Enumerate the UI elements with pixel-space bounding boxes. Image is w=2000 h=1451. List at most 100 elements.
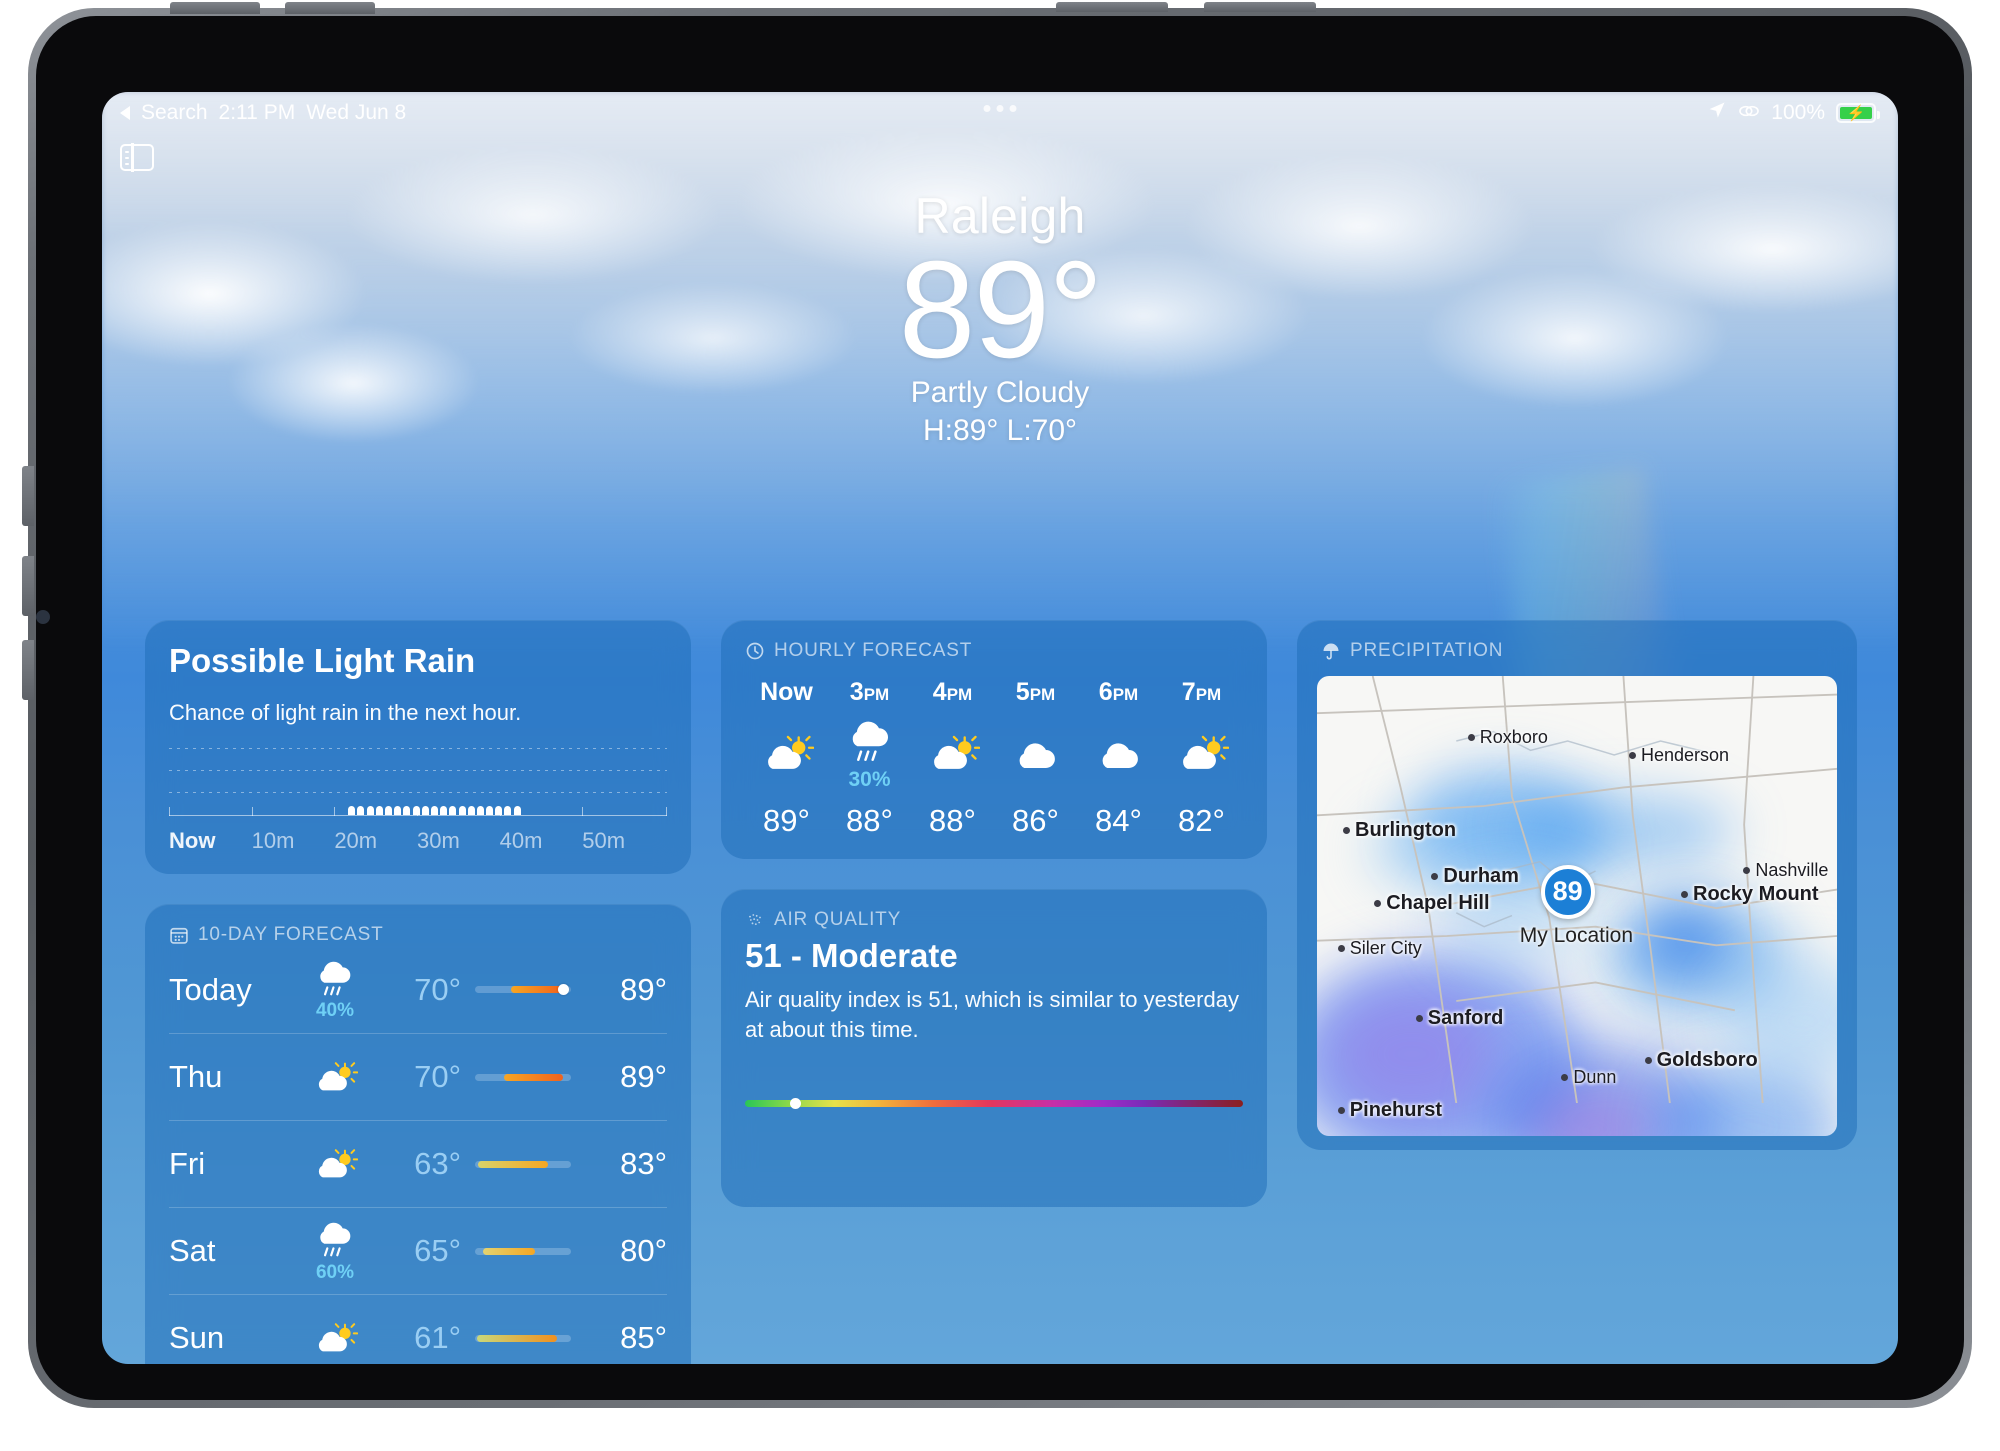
- day-temp-range-bar: [475, 1073, 571, 1081]
- umbrella-icon: [1321, 641, 1341, 661]
- day-temp-range-bar: [475, 1247, 571, 1255]
- air-quality-indicator: [789, 1098, 801, 1110]
- map-city-label: Dunn: [1561, 1067, 1616, 1088]
- day-name: Sat: [169, 1233, 216, 1268]
- status-time: 2:11 PM: [218, 101, 296, 124]
- day-temp-range-bar: [475, 1160, 571, 1168]
- hourly-forecast-card[interactable]: HOURLY FORECAST Now 89°3PM 30% 88°4PM: [721, 620, 1267, 859]
- hourly-time: 6PM: [1098, 678, 1139, 706]
- side-button-3[interactable]: [22, 640, 34, 700]
- day-high-temp: 80°: [620, 1233, 667, 1268]
- rain-card-subtitle: Chance of light rain in the next hour.: [169, 700, 522, 725]
- volume-down-button[interactable]: [285, 2, 375, 14]
- weather-app-screen: Search 2:11 PM Wed Jun 8 100% ⚡ Raleigh …: [102, 92, 1898, 1364]
- day-temp-range-bar: [475, 984, 571, 995]
- air-quality-scale: [745, 1098, 1243, 1110]
- air-quality-header: AIR QUALITY: [745, 909, 1243, 931]
- day-temp-range-bar: [475, 1334, 571, 1342]
- day-high-temp: 89°: [620, 971, 667, 1007]
- hourly-item: 7PM 82°: [1160, 678, 1243, 839]
- rain-bar: [467, 806, 475, 815]
- ipad-device: Search 2:11 PM Wed Jun 8 100% ⚡ Raleigh …: [0, 0, 2000, 1451]
- rain-minute-chart: [169, 740, 667, 824]
- link-icon: [1738, 101, 1760, 125]
- rain-bar: [476, 806, 484, 815]
- hourly-item: 5PM 86°: [994, 678, 1077, 839]
- ten-day-forecast-card[interactable]: 10-DAY FORECAST Today 40% 70° 89° Thu 70…: [145, 904, 691, 1364]
- table-row: Fri 63° 83°: [169, 1120, 667, 1207]
- rain-axis-label: Now: [169, 828, 216, 853]
- hourly-header: HOURLY FORECAST: [745, 640, 1243, 662]
- day-low-temp: 61°: [414, 1320, 461, 1355]
- rain-bar: [495, 806, 503, 815]
- side-button-1[interactable]: [22, 466, 34, 526]
- hourly-list: Now 89° 3PM 30% 88° 4PM 88° 5PM 86° 6PM …: [745, 678, 1243, 839]
- precipitation-map-card[interactable]: PRECIPITATION Roxboro Henderson Burlingt…: [1297, 620, 1857, 1150]
- back-label[interactable]: Search: [141, 101, 208, 125]
- rain-bar: [403, 806, 411, 815]
- rain-bar: [421, 806, 429, 815]
- rain-bar: [366, 806, 374, 815]
- air-quality-header-label: AIR QUALITY: [774, 909, 902, 930]
- rain-bar: [357, 806, 365, 815]
- hourly-item: 4PM 88°: [911, 678, 994, 839]
- back-arrow-icon[interactable]: [120, 106, 130, 120]
- volume-up-button[interactable]: [170, 2, 260, 14]
- day-name: Today: [169, 971, 252, 1007]
- hourly-precip-chance: 30%: [848, 767, 891, 791]
- front-camera: [36, 610, 50, 624]
- top-button-a: [1056, 2, 1168, 12]
- rain-bar: [458, 806, 466, 815]
- rain-bar: [375, 806, 383, 815]
- side-button-2[interactable]: [22, 556, 34, 616]
- current-temp-dot: [558, 984, 570, 995]
- table-row: Today 40% 70° 89°: [169, 946, 667, 1033]
- my-location-label: My Location: [1519, 924, 1634, 948]
- day-low-temp: 70°: [414, 1059, 461, 1094]
- precipitation-map-header-label: PRECIPITATION: [1350, 640, 1504, 661]
- hourly-temp: 89°: [763, 803, 810, 838]
- day-name: Fri: [169, 1146, 206, 1181]
- map-city-label: Henderson: [1629, 745, 1729, 766]
- hourly-time: Now: [760, 678, 813, 706]
- rain-axis-label: 10m: [251, 828, 295, 853]
- my-location-pin[interactable]: 89: [1540, 864, 1595, 919]
- ten-day-header: 10-DAY FORECAST: [169, 924, 667, 946]
- table-row: Thu 70° 89°: [169, 1033, 667, 1120]
- rain-bar: [430, 806, 438, 815]
- multitask-handle[interactable]: [983, 105, 1017, 112]
- map-city-label: Durham: [1431, 865, 1519, 888]
- hourly-item: 6PM 84°: [1077, 678, 1160, 839]
- precipitation-map[interactable]: Roxboro Henderson Burlington Durham Chapel H…: [1317, 676, 1837, 1136]
- map-city-label: Siler City: [1337, 938, 1422, 959]
- day-precip-chance: 40%: [315, 1000, 355, 1022]
- rain-bar: [394, 806, 402, 815]
- day-name: Sun: [169, 1320, 225, 1355]
- hourly-time: 3PM: [849, 678, 890, 706]
- rain-icon: 60%: [287, 1218, 383, 1283]
- rain-axis-label: 20m: [334, 828, 378, 853]
- day-name: Thu: [169, 1059, 223, 1094]
- cloudy-icon: [994, 711, 1077, 797]
- status-date: Wed Jun 8: [306, 101, 407, 124]
- map-city-label: Sanford: [1415, 1007, 1503, 1030]
- status-bar: Search 2:11 PM Wed Jun 8 100% ⚡: [102, 92, 1898, 134]
- my-location-temp: 89: [1552, 876, 1583, 907]
- sidebar-toggle-button[interactable]: [120, 143, 154, 172]
- hourly-time: 4PM: [932, 678, 973, 706]
- current-condition: Partly Cloudy: [910, 376, 1090, 410]
- day-precip-chance: 60%: [315, 1261, 355, 1283]
- day-high-temp: 83°: [620, 1146, 667, 1181]
- table-row: Sat 60% 65° 80°: [169, 1207, 667, 1294]
- hourly-item: Now 89°: [745, 678, 828, 839]
- battery-percent: 100%: [1771, 101, 1825, 124]
- day-high-temp: 85°: [620, 1320, 667, 1355]
- partly-cloudy-day-icon: [287, 1320, 383, 1357]
- partly-cloudy-day-icon: [911, 711, 994, 797]
- hourly-item: 3PM 30% 88°: [828, 678, 911, 839]
- possible-rain-card[interactable]: Possible Light Rain Chance of light rain…: [145, 620, 691, 874]
- clock-icon: [745, 641, 765, 661]
- air-quality-card[interactable]: AIR QUALITY 51 - Moderate Air quality in…: [721, 889, 1267, 1207]
- rain-axis-label: 50m: [582, 828, 626, 853]
- high-low-temperature: H:89° L:70°: [922, 414, 1078, 448]
